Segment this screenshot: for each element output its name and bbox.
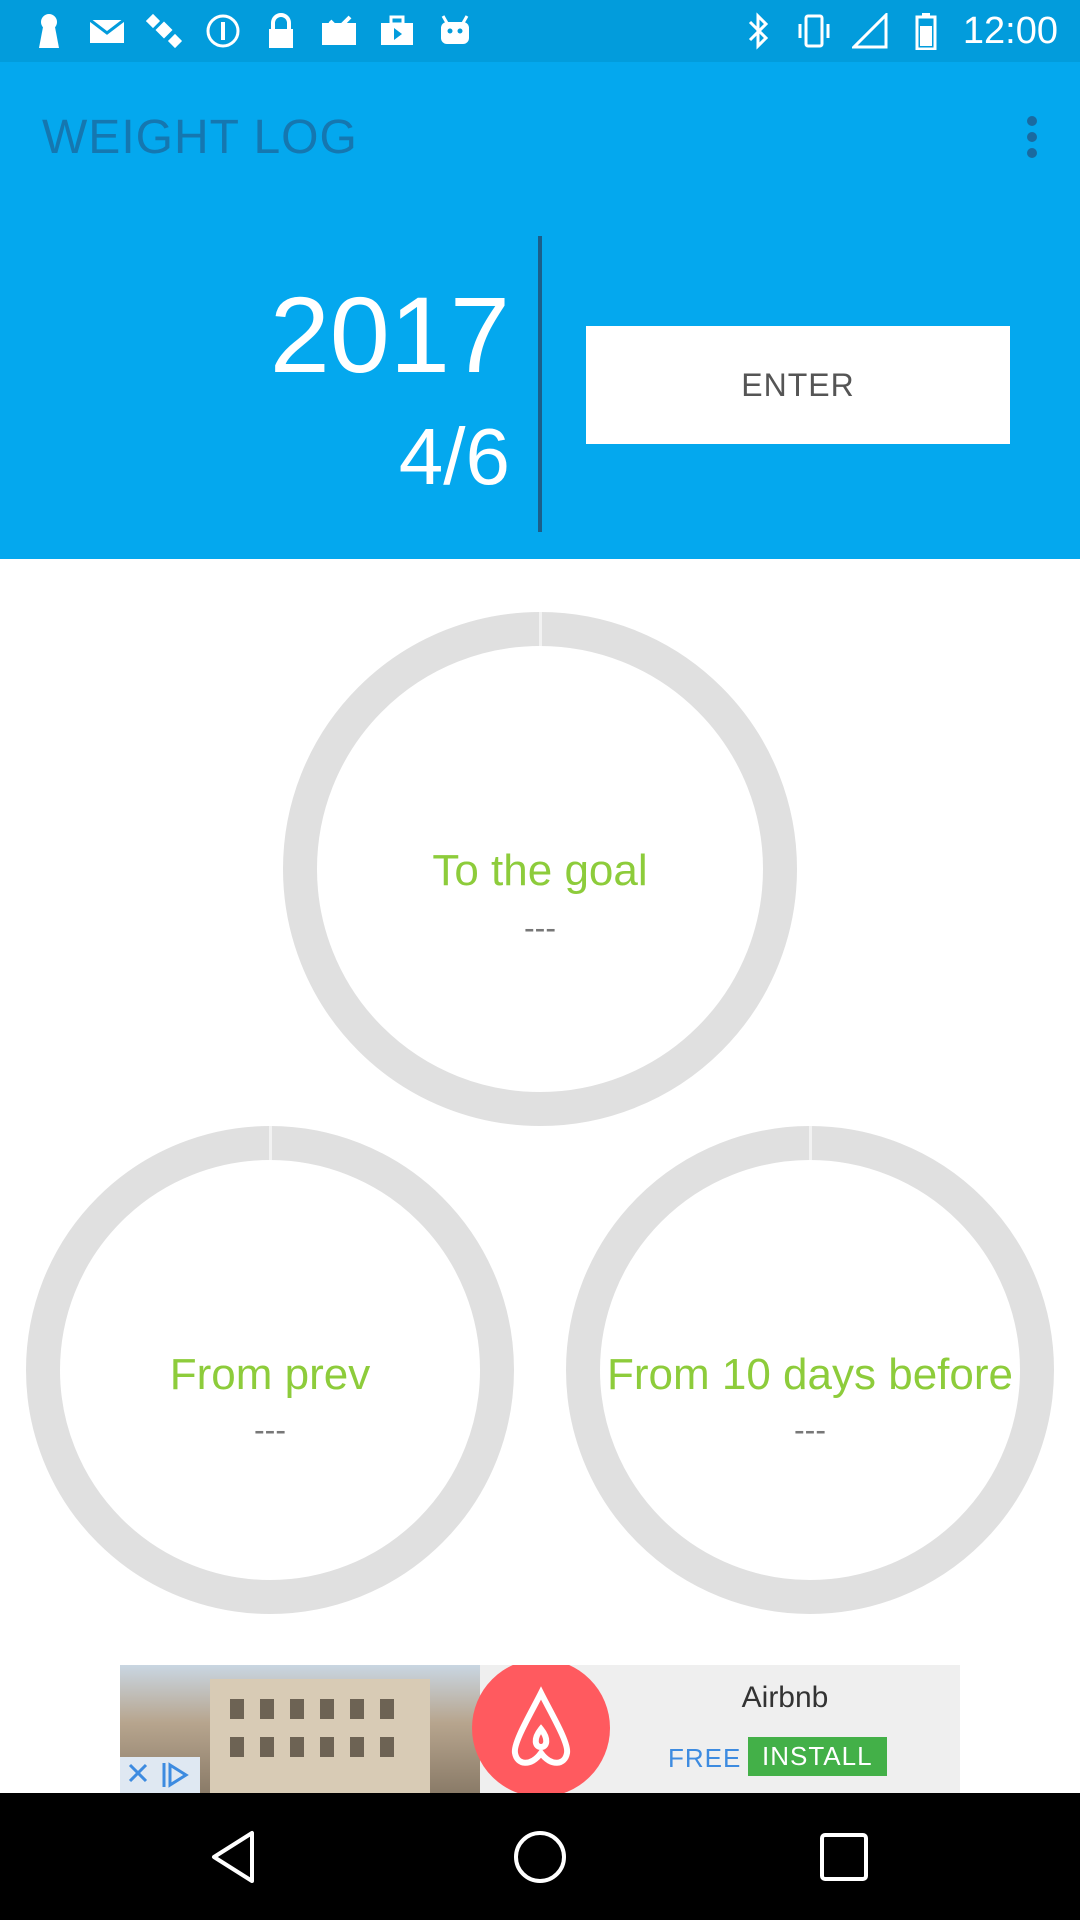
clock: 12:00	[962, 10, 1058, 52]
to-goal-value: ---	[524, 910, 556, 946]
vibrate-icon	[795, 12, 833, 50]
date-display[interactable]: 4/6	[399, 412, 510, 502]
ad-install-button[interactable]: INSTALL	[748, 1737, 887, 1776]
status-bar: 12:00	[0, 0, 1080, 62]
battery-icon	[907, 12, 945, 50]
info-icon	[204, 12, 242, 50]
from-prev-ring: From prev ---	[26, 1126, 514, 1614]
from-10-days-label: From 10 days before	[607, 1350, 1013, 1399]
ad-brand-name: Airbnb	[741, 1681, 829, 1714]
bluetooth-icon	[739, 12, 777, 50]
ad-banner[interactable]: Airbnb FREE INSTALL	[120, 1665, 960, 1793]
from-prev-value: ---	[254, 1412, 286, 1448]
keyhole-icon	[30, 12, 68, 50]
year-display[interactable]: 2017	[270, 280, 510, 390]
mail-icon	[88, 12, 126, 50]
android-icon	[436, 12, 474, 50]
satellite-icon	[146, 12, 184, 50]
airbnb-logo-icon	[472, 1665, 610, 1793]
from-10-days-value: ---	[794, 1412, 826, 1448]
ad-close-icon[interactable]	[120, 1757, 200, 1793]
ad-free-label: FREE	[668, 1743, 742, 1773]
system-icons: 12:00	[739, 8, 1058, 54]
notification-icons	[30, 12, 474, 50]
briefcase-icon	[378, 12, 416, 50]
back-icon[interactable]	[206, 1827, 266, 1887]
ring-marker	[269, 1126, 272, 1160]
more-vert-icon[interactable]	[1012, 110, 1052, 170]
divider	[538, 236, 542, 532]
from-prev-label: From prev	[169, 1350, 371, 1399]
to-goal-ring: To the goal ---	[283, 612, 797, 1126]
recents-icon[interactable]	[814, 1827, 874, 1887]
from-10-days-ring: From 10 days before ---	[566, 1126, 1054, 1614]
enter-button[interactable]: ENTER	[586, 326, 1010, 444]
navigation-bar	[0, 1793, 1080, 1920]
app-title: WEIGHT LOG	[42, 111, 358, 164]
home-icon[interactable]	[510, 1827, 570, 1887]
to-goal-label: To the goal	[432, 846, 648, 895]
ring-marker	[539, 612, 542, 646]
app-header: WEIGHT LOG 2017 4/6 ENTER	[0, 62, 1080, 559]
no-signal-icon	[851, 12, 889, 50]
lock-icon	[262, 12, 300, 50]
ring-marker	[809, 1126, 812, 1160]
inbox-icon	[320, 12, 358, 50]
